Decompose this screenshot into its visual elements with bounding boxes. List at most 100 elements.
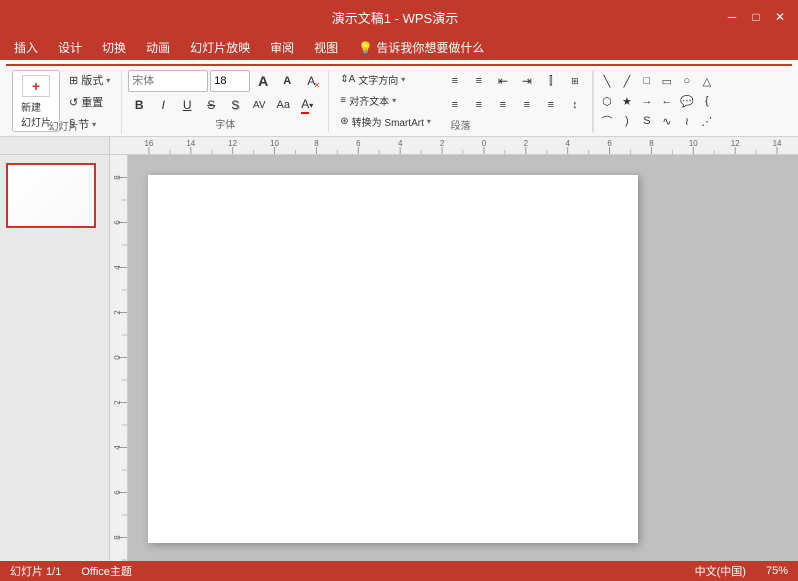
svg-text:8: 8 xyxy=(113,535,122,540)
theme-info: Office主题 xyxy=(81,563,132,579)
slide-thumb-1[interactable] xyxy=(6,163,96,228)
decrease-font-button[interactable]: A xyxy=(276,70,298,92)
bold-button[interactable]: B xyxy=(128,94,150,116)
shape-rect[interactable]: □ xyxy=(638,72,656,90)
list-bullet-button[interactable]: ≡ xyxy=(444,70,466,92)
para-group-label: 段落 xyxy=(329,117,592,133)
svg-text:4: 4 xyxy=(565,139,570,148)
shapes-row-2: ⬡ ★ → ← 💬 { xyxy=(598,92,716,110)
menu-bar: 插入 设计 切换 动画 幻灯片放映 审阅 视图 💡 告诉我你想要做什么 xyxy=(0,34,798,60)
align-right-button[interactable]: ≡ xyxy=(492,94,514,116)
shape-brace-r[interactable]: ) xyxy=(618,112,636,130)
svg-text:0: 0 xyxy=(482,139,487,148)
ribbon-group-slides: + 新建幻灯片 ⊞ 版式 ▾ ↺ 重置 § xyxy=(6,70,122,134)
svg-text:16: 16 xyxy=(144,139,153,148)
shape-arrow-right[interactable]: → xyxy=(638,92,656,110)
expand-para-button[interactable]: ⊞ xyxy=(564,70,586,92)
slide-thumb-inner xyxy=(8,165,94,226)
horizontal-ruler: 16141210864202468101214 xyxy=(128,137,798,155)
increase-indent-button[interactable]: ⇥ xyxy=(516,70,538,92)
shape-arrow-left[interactable]: ← xyxy=(658,92,676,110)
svg-text:6: 6 xyxy=(113,220,122,225)
shape-star[interactable]: ★ xyxy=(618,92,636,110)
menu-design[interactable]: 设计 xyxy=(48,36,92,59)
slide-page-1 xyxy=(148,175,638,543)
svg-text:6: 6 xyxy=(607,139,612,148)
font-name-input[interactable] xyxy=(128,70,208,92)
shape-bracket[interactable]: { xyxy=(698,92,716,110)
shape-s[interactable]: S xyxy=(638,112,656,130)
shape-line[interactable]: ╲ xyxy=(598,72,616,90)
shape-extra2[interactable]: ≀ xyxy=(678,112,696,130)
svg-text:2: 2 xyxy=(524,139,529,148)
menu-transition[interactable]: 切换 xyxy=(92,36,136,59)
status-bar: 幻灯片 1/1 Office主题 中文(中国) 75% xyxy=(0,561,798,581)
align-text-button[interactable]: ≡ 对齐文本 ▾ xyxy=(335,91,401,110)
ribbon-group-paragraph: ⇕A 文字方向 ▾ ≡ 对齐文本 ▾ ⊛ 转换为 Sma xyxy=(329,70,593,133)
shape-extra1[interactable]: ∿ xyxy=(658,112,676,130)
shape-callout[interactable]: 💬 xyxy=(678,92,696,110)
align-center-button[interactable]: ≡ xyxy=(468,94,490,116)
menu-help[interactable]: 💡 告诉我你想要做什么 xyxy=(348,36,494,59)
minimize-button[interactable]: ─ xyxy=(722,7,742,27)
italic-button[interactable]: I xyxy=(152,94,174,116)
shadow-button[interactable]: S xyxy=(224,94,246,116)
vertical-ruler: 86420246810 xyxy=(110,155,128,561)
list-number-button[interactable]: ≡ xyxy=(468,70,490,92)
shape-line2[interactable]: ╱ xyxy=(618,72,636,90)
strikethrough-button[interactable]: S xyxy=(200,94,222,116)
ruler-row: 16141210864202468101214 xyxy=(0,137,798,155)
svg-text:2: 2 xyxy=(113,310,122,315)
svg-text:6: 6 xyxy=(113,490,122,495)
justify-button[interactable]: ≡ xyxy=(516,94,538,116)
decrease-indent-button[interactable]: ⇤ xyxy=(492,70,514,92)
shape-roundrect[interactable]: ▭ xyxy=(658,72,676,90)
shape-extra3[interactable]: ⋰ xyxy=(698,112,716,130)
align-left-button[interactable]: ≡ xyxy=(444,94,466,116)
reset-button[interactable]: ↺ 重置 xyxy=(64,92,115,112)
ribbon: + 新建幻灯片 ⊞ 版式 ▾ ↺ 重置 § xyxy=(0,60,798,137)
slide-canvas[interactable] xyxy=(128,155,798,561)
svg-text:12: 12 xyxy=(228,139,237,148)
columns-button[interactable]: ⫿ xyxy=(540,70,562,92)
language-info: 中文(中国) xyxy=(695,563,746,579)
font-case-button[interactable]: Aa xyxy=(272,94,294,116)
menu-insert[interactable]: 插入 xyxy=(4,36,48,59)
menu-slideshow[interactable]: 幻灯片放映 xyxy=(180,36,260,59)
menu-animation[interactable]: 动画 xyxy=(136,36,180,59)
font-size-input[interactable] xyxy=(210,70,250,92)
layout-button[interactable]: ⊞ 版式 ▾ xyxy=(64,70,115,90)
slides-group-label: 幻灯片 xyxy=(6,118,121,134)
close-button[interactable]: ✕ xyxy=(770,7,790,27)
shape-brace-l[interactable]: ⌒ xyxy=(598,112,616,130)
slide-info: 幻灯片 1/1 xyxy=(10,563,61,579)
svg-text:14: 14 xyxy=(186,139,195,148)
maximize-button[interactable]: □ xyxy=(746,7,766,27)
svg-text:4: 4 xyxy=(113,445,122,450)
menu-review[interactable]: 审阅 xyxy=(260,36,304,59)
menu-view[interactable]: 视图 xyxy=(304,36,348,59)
layout-dropdown-arrow: ▾ xyxy=(106,76,110,85)
svg-text:8: 8 xyxy=(113,175,122,180)
paragraph-right-section: ≡ ≡ ⇤ ⇥ ⫿ ⊞ ≡ ≡ ≡ ≡ ≡ ↕ xyxy=(444,70,586,118)
svg-text:4: 4 xyxy=(398,139,403,148)
title-bar: 演示文稿1 - WPS演示 ─ □ ✕ xyxy=(0,0,798,34)
text-direction-button[interactable]: ⇕A 文字方向 ▾ xyxy=(335,70,410,89)
shapes-row-3: ⌒ ) S ∿ ≀ ⋰ xyxy=(598,112,716,130)
clear-format-button[interactable]: A ✕ xyxy=(300,70,322,92)
ruler-corner xyxy=(0,137,110,155)
shape-circle[interactable]: ○ xyxy=(678,72,696,90)
underline-button[interactable]: U xyxy=(176,94,198,116)
shape-triangle[interactable]: △ xyxy=(698,72,716,90)
distribute-button[interactable]: ≡ xyxy=(540,94,562,116)
char-spacing-button[interactable]: AV xyxy=(248,94,270,116)
svg-text:10: 10 xyxy=(270,139,279,148)
shape-pentagon[interactable]: ⬡ xyxy=(598,92,616,110)
line-spacing-button[interactable]: ↕ xyxy=(564,94,586,116)
slide-thumb-wrapper xyxy=(6,163,103,228)
slide-panel xyxy=(0,155,110,561)
font-color-button[interactable]: A ▾ xyxy=(296,94,318,116)
increase-font-button[interactable]: A xyxy=(252,70,274,92)
svg-text:0: 0 xyxy=(113,355,122,360)
svg-text:2: 2 xyxy=(440,139,445,148)
